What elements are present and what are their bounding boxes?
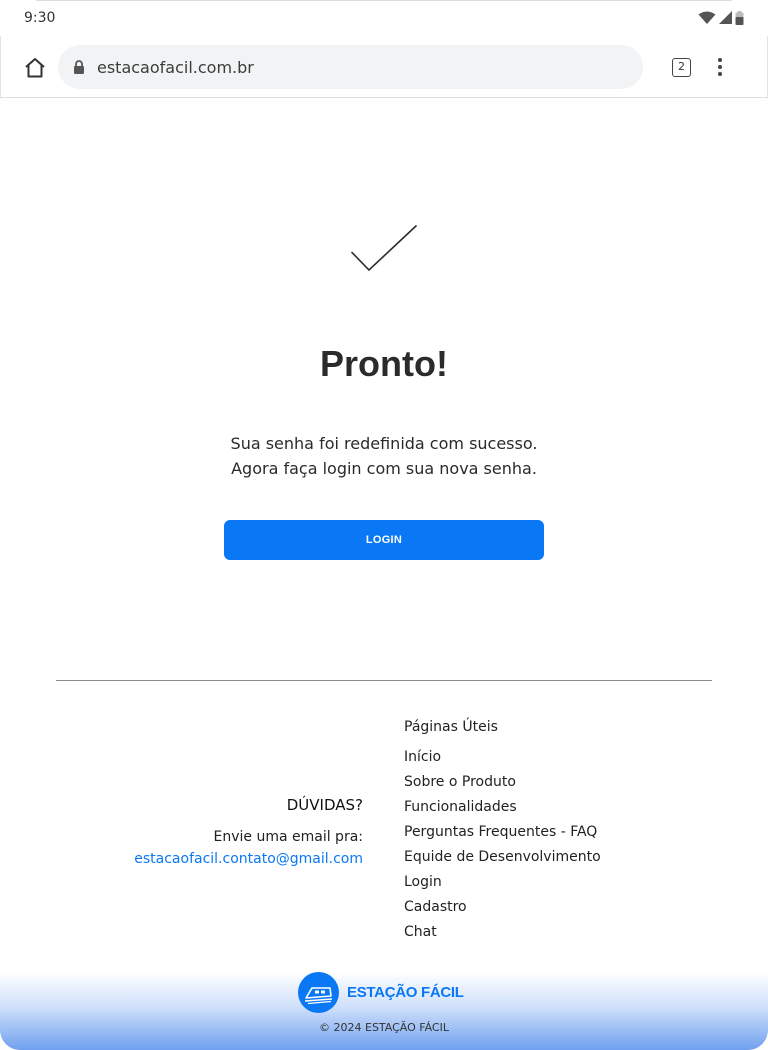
footer-link-chat[interactable]: Chat (404, 923, 601, 948)
status-bar: 9:30 (0, 0, 768, 36)
footer-link-equipe[interactable]: Equide de Desenvolvimento (404, 848, 601, 873)
status-bar-rule (36, 0, 732, 1)
home-button[interactable] (23, 56, 47, 80)
checkmark-icon (350, 224, 418, 272)
tabs-button[interactable]: 2 (672, 58, 691, 77)
success-message-line1: Sua senha foi redefinida com sucesso. (230, 434, 538, 453)
lock-icon (74, 60, 84, 74)
train-logo-icon (298, 971, 339, 1013)
wifi-icon (698, 11, 716, 24)
page-title: Pronto! (320, 343, 448, 384)
address-bar[interactable]: estacaofacil.com.br (58, 45, 643, 89)
signal-icon (719, 11, 732, 24)
footer-link-cadastro[interactable]: Cadastro (404, 898, 601, 923)
more-vert-icon (710, 58, 730, 76)
login-button[interactable]: LOGIN (224, 520, 544, 560)
footer-divider (56, 680, 712, 681)
footer-band: ESTAÇÃO FÁCIL © 2024 ESTAÇÃO FÁCIL (0, 971, 768, 1050)
useful-pages-list: Início Sobre o Produto Funcionalidades P… (404, 748, 601, 948)
faq-title: DÚVIDAS? (286, 796, 363, 814)
footer-link-sobre[interactable]: Sobre o Produto (404, 773, 601, 798)
url-text: estacaofacil.com.br (97, 58, 254, 77)
status-time: 9:30 (24, 10, 56, 26)
browser-toolbar: estacaofacil.com.br 2 (0, 36, 768, 98)
home-icon (25, 58, 45, 78)
success-message-line2: Agora faça login com sua nova senha. (231, 459, 537, 478)
brand-name: ESTAÇÃO FÁCIL (347, 983, 464, 1001)
faq-text: Envie uma email pra: (213, 829, 364, 845)
footer-link-funcionalidades[interactable]: Funcionalidades (404, 798, 601, 823)
status-icons (698, 11, 744, 25)
footer-link-login[interactable]: Login (404, 873, 601, 898)
contact-email-link[interactable]: estacaofacil.contato@gmail.com (134, 851, 363, 867)
battery-icon (735, 11, 744, 25)
footer-link-inicio[interactable]: Início (404, 748, 601, 773)
brand-logo-link[interactable]: ESTAÇÃO FÁCIL (298, 971, 464, 1013)
tab-count: 2 (678, 60, 685, 73)
copyright: © 2024 ESTAÇÃO FÁCIL (319, 1021, 449, 1034)
more-menu-button[interactable] (710, 56, 730, 78)
footer-link-faq[interactable]: Perguntas Frequentes - FAQ (404, 823, 601, 848)
useful-pages-title: Páginas Úteis (404, 719, 498, 735)
